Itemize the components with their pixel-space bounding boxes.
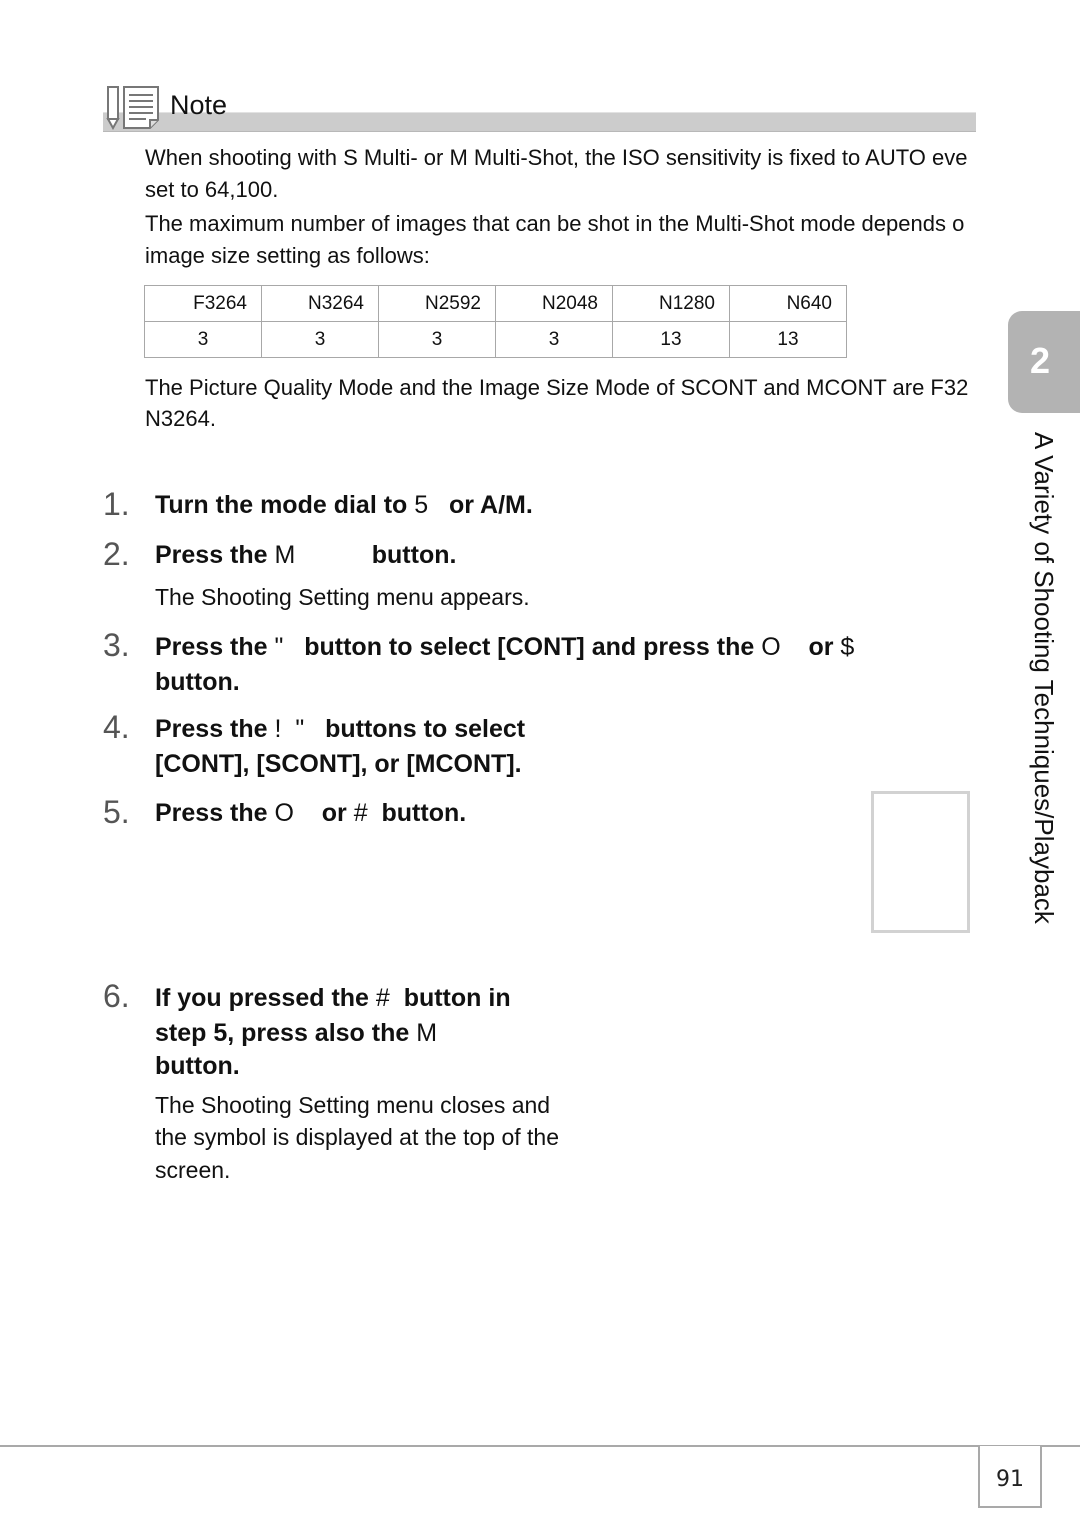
step-number: 2. <box>103 536 130 572</box>
step-6-text-line-3: button. <box>155 1052 240 1080</box>
table-header-cell: N2048 <box>495 285 613 322</box>
step-4-text-line-1: Press the ! " buttons to select <box>155 712 525 747</box>
step-5-text: Press the O or # button. <box>155 796 466 831</box>
step-text-part: button. <box>295 541 457 569</box>
step-text-part: Press the <box>155 715 275 743</box>
note-title: Note <box>170 90 228 120</box>
table-cell: 3 <box>144 321 262 358</box>
step-text-part: Press the <box>155 633 275 661</box>
menu-button-symbol: M <box>416 1019 438 1047</box>
step-number: 1. <box>103 486 130 522</box>
note-footer-line-2: N3264. <box>145 406 216 431</box>
chapter-number: 2 <box>1030 340 1051 381</box>
table-header-cell: F3264 <box>144 285 262 322</box>
step-text-part: button to select [CONT] and press the <box>283 633 762 661</box>
up-down-button-symbol: ! " <box>274 715 305 743</box>
menu-button-symbol: M <box>274 541 296 569</box>
note-paragraph-1-line-2: set to 64,100. <box>145 177 279 202</box>
table-header-cell: N640 <box>729 285 847 322</box>
step-2-note: The Shooting Setting menu appears. <box>155 584 530 610</box>
note-paragraph-1-line-1: When shooting with S Multi- or M Multi-S… <box>145 145 968 170</box>
step-text-part: or A/M. <box>428 491 533 519</box>
image-size-table: F3264 N3264 N2592 N2048 N1280 N640 3 3 3… <box>144 285 847 358</box>
step-number: 5. <box>103 794 130 830</box>
table-cell: 3 <box>495 321 613 358</box>
table-cell: 13 <box>729 321 847 358</box>
footer-divider <box>0 1445 1080 1447</box>
ok-button-symbol: O <box>761 633 781 661</box>
step-6-text-line-2: step 5, press also the M <box>155 1016 437 1051</box>
note-footer-line-1: The Picture Quality Mode and the Image S… <box>145 375 969 400</box>
step-text-part: or <box>780 633 841 661</box>
step-text-part: Turn the mode dial to <box>155 491 415 519</box>
left-button-symbol: # <box>353 799 368 827</box>
step-text-part: buttons to select <box>304 715 526 743</box>
step-text-part: step 5, press also the <box>155 1019 417 1047</box>
step-3-text-line-1: Press the " button to select [CONT] and … <box>155 630 854 665</box>
step-text-part: Press the <box>155 541 275 569</box>
step-4-text-line-2: [CONT], [SCONT], or [MCONT]. <box>155 750 522 778</box>
table-header-cell: N1280 <box>612 285 730 322</box>
table-cell: 3 <box>378 321 496 358</box>
ok-button-symbol: O <box>274 799 294 827</box>
step-1-text: Turn the mode dial to 5 or A/M. <box>155 488 533 523</box>
table-header-cell: N2592 <box>378 285 496 322</box>
table-row: 3 3 3 3 13 13 <box>144 321 847 358</box>
step-3-text-line-2: button. <box>155 668 240 696</box>
step-2-text: Press the M button. <box>155 538 456 573</box>
left-button-symbol: # <box>375 984 390 1012</box>
table-cell: 3 <box>261 321 379 358</box>
step-text-part: button in <box>389 984 511 1012</box>
step-6-note-line-2: the symbol is displayed at the top of th… <box>155 1124 560 1150</box>
note-pencil-icon <box>106 86 159 130</box>
step-text-part: Press the <box>155 799 275 827</box>
note-header-bar <box>103 112 976 132</box>
page-number: 91 <box>996 1467 1024 1492</box>
step-number: 4. <box>103 709 130 745</box>
step-6-text-line-1: If you pressed the # button in <box>155 981 511 1016</box>
screen-illustration-placeholder <box>871 791 970 933</box>
step-number: 3. <box>103 627 130 663</box>
step-text-part: If you pressed the <box>155 984 376 1012</box>
table-header-cell: N3264 <box>261 285 379 322</box>
table-header-row: F3264 N3264 N2592 N2048 N1280 N640 <box>144 285 847 322</box>
step-number: 6. <box>103 978 130 1014</box>
note-paragraph-2-line-1: The maximum number of images that can be… <box>145 211 965 236</box>
step-text-part: button. <box>367 799 467 827</box>
step-text-part: or <box>293 799 354 827</box>
step-6-note-line-1: The Shooting Setting menu closes and <box>155 1092 551 1118</box>
right-button-symbol: $ <box>840 633 855 661</box>
step-6-note-line-3: screen. <box>155 1157 231 1183</box>
table-cell: 13 <box>612 321 730 358</box>
mode-dial-symbol: 5 <box>414 491 429 519</box>
chapter-title-vertical: A Variety of Shooting Techniques/Playbac… <box>1029 432 1059 924</box>
note-paragraph-2-line-2: image size setting as follows: <box>145 243 430 268</box>
